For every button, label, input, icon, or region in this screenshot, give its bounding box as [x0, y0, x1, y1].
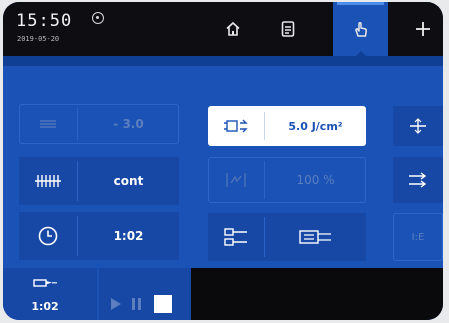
- home-icon: [225, 21, 240, 36]
- pause-icon[interactable]: [131, 297, 143, 311]
- nav-document-button[interactable]: [260, 2, 315, 56]
- split-output-icon: [208, 213, 264, 261]
- hand-icon: [354, 21, 367, 37]
- percent-icon: [208, 157, 264, 203]
- energy-value: 5.0 J/cm²: [288, 119, 343, 133]
- energy-icon: [208, 106, 264, 146]
- status-indicator-icon: [92, 12, 104, 24]
- clock-date: 2019-05-20: [17, 35, 60, 43]
- arrows-right-icon: [409, 172, 427, 188]
- percent-value: 100 %: [296, 173, 335, 187]
- playback-controls: [99, 268, 191, 320]
- nav-hand-button[interactable]: [333, 2, 388, 56]
- ie-ratio-label: I:E: [411, 231, 425, 243]
- offset-icon: [19, 104, 77, 144]
- direction-control[interactable]: [393, 157, 443, 203]
- top-bar: 15:50 2019-05-20: [3, 2, 443, 56]
- multi-output-icon: [265, 213, 366, 261]
- info-area: [191, 268, 443, 320]
- nav-add-button[interactable]: [395, 2, 443, 56]
- header-strip: [3, 56, 443, 66]
- position-control[interactable]: [393, 106, 443, 146]
- offset-value: - 3.0: [113, 117, 144, 131]
- nav-home-button[interactable]: [205, 2, 260, 56]
- play-icon[interactable]: [109, 297, 123, 311]
- energy-control[interactable]: 5.0 J/cm²: [208, 106, 366, 146]
- document-icon: [281, 21, 294, 37]
- clock-icon: [19, 212, 77, 260]
- pulse-mode-value: cont: [113, 174, 144, 188]
- plus-icon: [415, 22, 430, 36]
- stop-button[interactable]: [154, 295, 172, 313]
- device-screen: 15:50 2019-05-20 - 3.0 cont 1:02 1:02 5.…: [3, 2, 443, 320]
- pulse-train-icon: [19, 157, 77, 205]
- crosshair-icon: [410, 118, 426, 134]
- elapsed-time-value: 1:02: [31, 299, 59, 313]
- timer-value: 1:02: [113, 229, 144, 243]
- handpiece-icon: [25, 274, 65, 292]
- clock-time: 15:50: [16, 11, 73, 31]
- main-panel: - 3.0 cont 1:02 1:02 5.0 J/cm² 100 % I:E: [3, 56, 443, 320]
